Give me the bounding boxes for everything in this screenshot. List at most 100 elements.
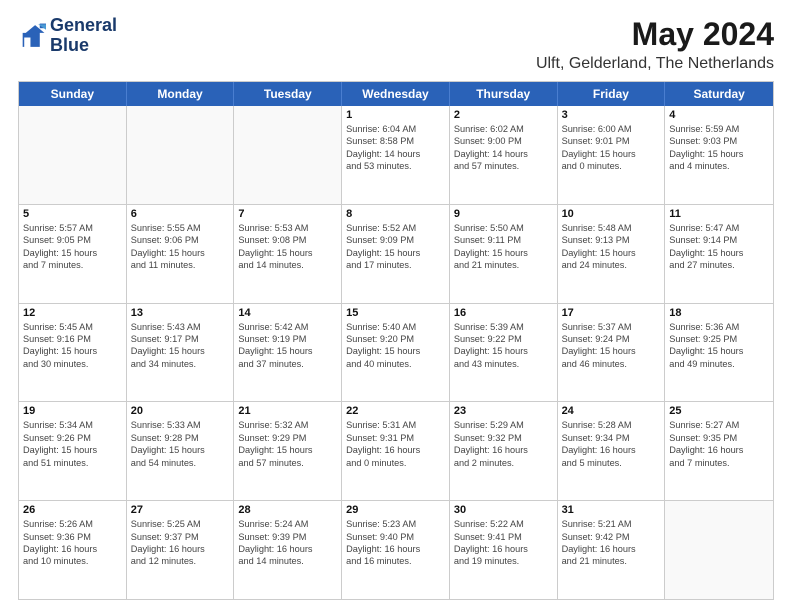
calendar-day-5: 5Sunrise: 5:57 AMSunset: 9:05 PMDaylight… — [19, 205, 127, 303]
cell-info-line: Sunset: 9:16 PM — [23, 333, 122, 345]
calendar: SundayMondayTuesdayWednesdayThursdayFrid… — [18, 81, 774, 600]
cell-info-line: Sunrise: 5:59 AM — [669, 123, 769, 135]
calendar-day-8: 8Sunrise: 5:52 AMSunset: 9:09 PMDaylight… — [342, 205, 450, 303]
cell-info-line: Sunrise: 5:32 AM — [238, 419, 337, 431]
cell-info-line: Daylight: 15 hours — [562, 247, 661, 259]
cell-info-line: Daylight: 16 hours — [23, 543, 122, 555]
header-day-thursday: Thursday — [450, 82, 558, 106]
cell-info-line: Sunrise: 5:43 AM — [131, 321, 230, 333]
cell-info-line: Sunrise: 5:39 AM — [454, 321, 553, 333]
calendar-week-5: 26Sunrise: 5:26 AMSunset: 9:36 PMDayligh… — [19, 501, 773, 599]
calendar-day-23: 23Sunrise: 5:29 AMSunset: 9:32 PMDayligh… — [450, 402, 558, 500]
day-number: 4 — [669, 109, 769, 121]
calendar-day-12: 12Sunrise: 5:45 AMSunset: 9:16 PMDayligh… — [19, 304, 127, 402]
cell-info-line: and 14 minutes. — [238, 259, 337, 271]
day-number: 2 — [454, 109, 553, 121]
cell-info-line: Sunset: 9:13 PM — [562, 234, 661, 246]
cell-info-line: Daylight: 15 hours — [131, 345, 230, 357]
cell-info-line: Sunset: 9:35 PM — [669, 432, 769, 444]
cell-info-line: Sunset: 9:19 PM — [238, 333, 337, 345]
cell-info-line: Sunrise: 5:42 AM — [238, 321, 337, 333]
cell-info-line: and 7 minutes. — [23, 259, 122, 271]
calendar-day-17: 17Sunrise: 5:37 AMSunset: 9:24 PMDayligh… — [558, 304, 666, 402]
title-block: May 2024 Ulft, Gelderland, The Netherlan… — [536, 16, 774, 73]
cell-info-line: Sunset: 9:42 PM — [562, 531, 661, 543]
cell-info-line: Sunset: 9:17 PM — [131, 333, 230, 345]
calendar-day-29: 29Sunrise: 5:23 AMSunset: 9:40 PMDayligh… — [342, 501, 450, 599]
main-title: May 2024 — [536, 16, 774, 53]
cell-info-line: Sunset: 9:41 PM — [454, 531, 553, 543]
cell-info-line: Daylight: 15 hours — [131, 247, 230, 259]
calendar-empty-cell — [234, 106, 342, 204]
day-number: 13 — [131, 307, 230, 319]
day-number: 11 — [669, 208, 769, 220]
day-number: 12 — [23, 307, 122, 319]
header-day-sunday: Sunday — [19, 82, 127, 106]
cell-info-line: Sunset: 9:06 PM — [131, 234, 230, 246]
calendar-day-4: 4Sunrise: 5:59 AMSunset: 9:03 PMDaylight… — [665, 106, 773, 204]
cell-info-line: Sunrise: 6:00 AM — [562, 123, 661, 135]
cell-info-line: and 34 minutes. — [131, 358, 230, 370]
cell-info-line: and 54 minutes. — [131, 457, 230, 469]
calendar-empty-cell — [127, 106, 235, 204]
cell-info-line: Sunrise: 5:48 AM — [562, 222, 661, 234]
day-number: 22 — [346, 405, 445, 417]
cell-info-line: Sunrise: 6:02 AM — [454, 123, 553, 135]
cell-info-line: and 57 minutes. — [238, 457, 337, 469]
calendar-day-25: 25Sunrise: 5:27 AMSunset: 9:35 PMDayligh… — [665, 402, 773, 500]
calendar-day-28: 28Sunrise: 5:24 AMSunset: 9:39 PMDayligh… — [234, 501, 342, 599]
cell-info-line: Sunrise: 5:21 AM — [562, 518, 661, 530]
cell-info-line: Daylight: 15 hours — [454, 345, 553, 357]
calendar-day-30: 30Sunrise: 5:22 AMSunset: 9:41 PMDayligh… — [450, 501, 558, 599]
cell-info-line: Daylight: 15 hours — [454, 247, 553, 259]
cell-info-line: and 53 minutes. — [346, 160, 445, 172]
cell-info-line: Daylight: 15 hours — [238, 247, 337, 259]
cell-info-line: Sunset: 9:32 PM — [454, 432, 553, 444]
cell-info-line: Sunset: 9:36 PM — [23, 531, 122, 543]
cell-info-line: and 37 minutes. — [238, 358, 337, 370]
calendar-day-26: 26Sunrise: 5:26 AMSunset: 9:36 PMDayligh… — [19, 501, 127, 599]
cell-info-line: Sunrise: 5:36 AM — [669, 321, 769, 333]
calendar-day-27: 27Sunrise: 5:25 AMSunset: 9:37 PMDayligh… — [127, 501, 235, 599]
cell-info-line: and 0 minutes. — [346, 457, 445, 469]
logo: General Blue — [18, 16, 117, 56]
calendar-empty-cell — [665, 501, 773, 599]
cell-info-line: Sunset: 9:37 PM — [131, 531, 230, 543]
calendar-day-13: 13 Sunrise: 5:43 AMSunset: 9:17 PMDayligh… — [127, 304, 235, 402]
day-number: 14 — [238, 307, 337, 319]
day-number: 28 — [238, 504, 337, 516]
logo-line1: General — [50, 16, 117, 36]
calendar-week-1: 1Sunrise: 6:04 AMSunset: 8:58 PMDaylight… — [19, 106, 773, 205]
cell-info-line: Sunrise: 5:53 AM — [238, 222, 337, 234]
cell-info-line: Daylight: 14 hours — [454, 148, 553, 160]
cell-info-line: Daylight: 15 hours — [23, 345, 122, 357]
cell-info-line: Sunset: 9:09 PM — [346, 234, 445, 246]
cell-info-line: and 51 minutes. — [23, 457, 122, 469]
day-number: 30 — [454, 504, 553, 516]
day-number: 21 — [238, 405, 337, 417]
header-day-wednesday: Wednesday — [342, 82, 450, 106]
cell-info-line: and 4 minutes. — [669, 160, 769, 172]
day-number: 8 — [346, 208, 445, 220]
cell-info-line: Sunrise: 5:22 AM — [454, 518, 553, 530]
cell-info-line: Daylight: 15 hours — [23, 247, 122, 259]
day-number: 24 — [562, 405, 661, 417]
calendar-day-22: 22Sunrise: 5:31 AMSunset: 9:31 PMDayligh… — [342, 402, 450, 500]
cell-info-line: Sunrise: 5:47 AM — [669, 222, 769, 234]
cell-info-line: and 11 minutes. — [131, 259, 230, 271]
day-number: 10 — [562, 208, 661, 220]
day-number: 26 — [23, 504, 122, 516]
day-number: 15 — [346, 307, 445, 319]
cell-info-line: Sunset: 9:31 PM — [346, 432, 445, 444]
calendar-day-19: 19Sunrise: 5:34 AMSunset: 9:26 PMDayligh… — [19, 402, 127, 500]
calendar-day-20: 20Sunrise: 5:33 AMSunset: 9:28 PMDayligh… — [127, 402, 235, 500]
day-number: 23 — [454, 405, 553, 417]
cell-info-line: and 21 minutes. — [562, 555, 661, 567]
cell-info-line: Sunset: 9:05 PM — [23, 234, 122, 246]
cell-info-line: Daylight: 15 hours — [346, 247, 445, 259]
cell-info-line: and 12 minutes. — [131, 555, 230, 567]
calendar-day-16: 16Sunrise: 5:39 AMSunset: 9:22 PMDayligh… — [450, 304, 558, 402]
logo-text: General Blue — [50, 16, 117, 56]
cell-info-line: and 7 minutes. — [669, 457, 769, 469]
cell-info-line: Sunrise: 5:27 AM — [669, 419, 769, 431]
